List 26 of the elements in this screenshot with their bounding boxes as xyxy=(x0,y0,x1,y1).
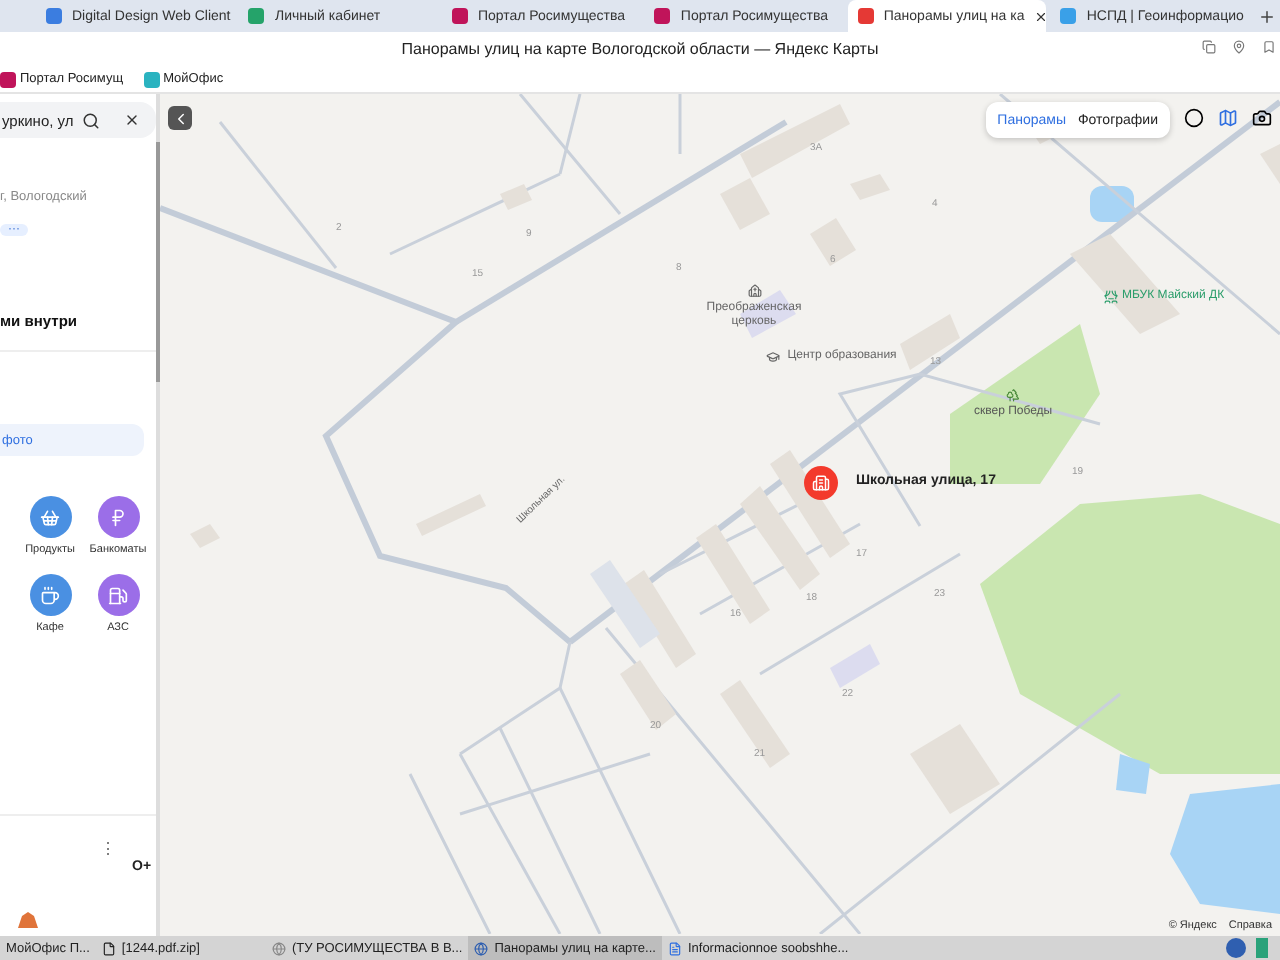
close-icon[interactable] xyxy=(1034,9,1047,23)
site-icon xyxy=(46,8,62,24)
camera-icon[interactable] xyxy=(1252,108,1272,128)
church-icon xyxy=(747,284,761,298)
file-icon xyxy=(101,941,116,955)
building-icon xyxy=(812,474,830,492)
globe-icon xyxy=(271,941,286,955)
theater-icon xyxy=(1104,290,1118,304)
more-button[interactable]: ⋮ xyxy=(100,840,116,858)
plus-icon[interactable] xyxy=(1257,7,1276,25)
location-icon[interactable] xyxy=(1232,40,1246,54)
map-icon[interactable] xyxy=(1218,108,1238,128)
search-icon[interactable] xyxy=(81,111,100,129)
school-icon xyxy=(766,350,780,364)
document-icon xyxy=(667,941,682,955)
globe-icon xyxy=(474,941,489,955)
site-icon xyxy=(451,8,468,24)
site-icon xyxy=(654,8,671,24)
tree-icon xyxy=(1006,388,1021,402)
window-title: Панорамы улиц на карте Вологодской области — Яндекс Карты xyxy=(401,40,879,58)
site-icon xyxy=(1060,8,1077,24)
close-icon[interactable] xyxy=(123,112,140,128)
site-icon xyxy=(248,8,265,24)
site-icon xyxy=(857,8,874,24)
bookmark-icon[interactable] xyxy=(1262,40,1276,54)
copy-icon[interactable] xyxy=(1202,40,1216,54)
